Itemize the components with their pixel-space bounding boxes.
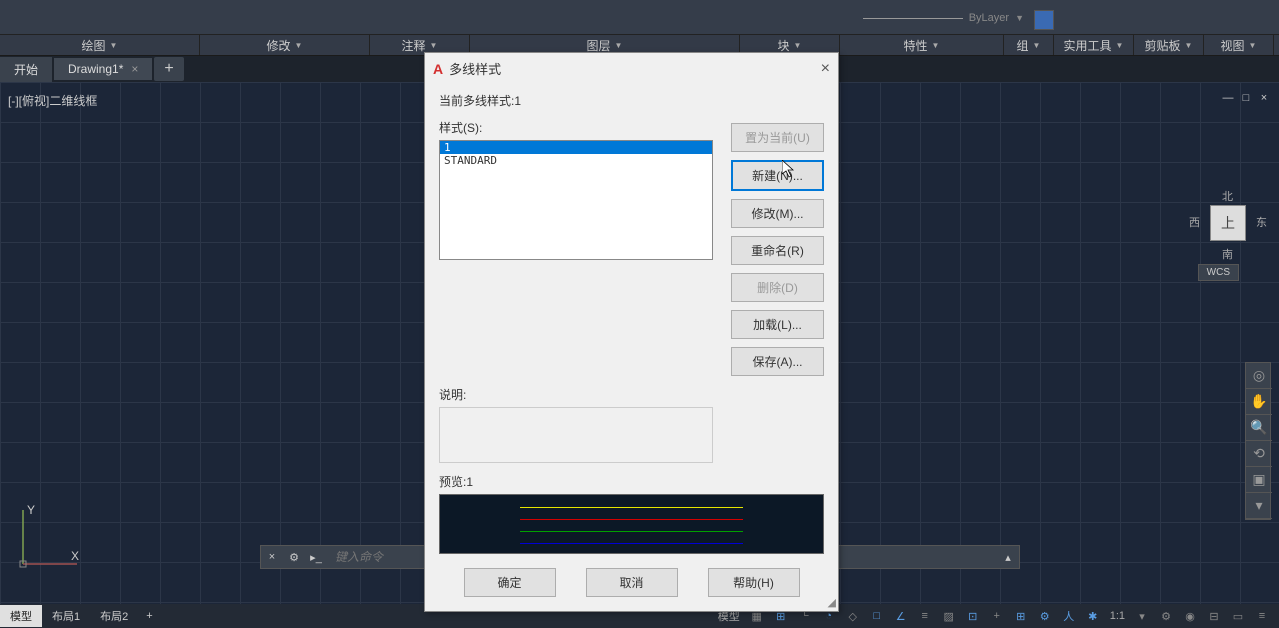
ucs-y-label: Y xyxy=(27,504,35,517)
panel-group[interactable]: 组▼ xyxy=(1004,35,1054,55)
full-nav-wheel-icon[interactable]: ◎ xyxy=(1246,363,1272,389)
wcs-dropdown[interactable]: WCS xyxy=(1198,264,1239,281)
viewport-label[interactable]: [-][俯视]二维线框 xyxy=(8,92,97,109)
status-tab-layout2[interactable]: 布局2 xyxy=(90,605,138,627)
cmd-prompt-icon: ▸_ xyxy=(305,546,327,568)
viewport-window-controls: — □ × xyxy=(1221,92,1271,106)
save-button[interactable]: 保存(A)... xyxy=(731,347,824,376)
status-tab-model[interactable]: 模型 xyxy=(0,605,42,627)
minimize-icon[interactable]: — xyxy=(1221,92,1235,106)
workspace-switching-icon[interactable]: ⚙ xyxy=(1155,606,1177,626)
styles-label: 样式(S): xyxy=(439,119,713,136)
scale-dropdown-icon[interactable]: ▾ xyxy=(1131,606,1153,626)
color-picker-icon[interactable] xyxy=(1034,10,1054,30)
panel-properties[interactable]: 特性▼ xyxy=(840,35,1004,55)
showmotion-icon[interactable]: ▣ xyxy=(1246,467,1272,493)
scale-value[interactable]: 1:1 xyxy=(1106,610,1129,622)
isodraft-icon[interactable]: ◇ xyxy=(842,606,864,626)
panel-utilities[interactable]: 实用工具▼ xyxy=(1054,35,1134,55)
tab-start[interactable]: 开始 xyxy=(0,57,52,82)
close-icon[interactable]: × xyxy=(131,62,138,76)
help-button[interactable]: 帮助(H) xyxy=(708,568,800,597)
load-button[interactable]: 加载(L)... xyxy=(731,310,824,339)
new-button[interactable]: 新建(N)... xyxy=(731,160,824,191)
dialog-titlebar: A 多线样式 × xyxy=(425,53,838,84)
status-tab-layout1[interactable]: 布局1 xyxy=(42,605,90,627)
nav-dropdown-icon[interactable]: ▾ xyxy=(1246,493,1272,519)
ok-button[interactable]: 确定 xyxy=(464,568,556,597)
transparency-icon[interactable]: ▨ xyxy=(938,606,960,626)
preview-box xyxy=(439,494,824,554)
ribbon-top: ByLayer ▼ xyxy=(0,0,1279,35)
app-icon: A xyxy=(433,61,443,77)
cancel-button[interactable]: 取消 xyxy=(586,568,678,597)
modify-button[interactable]: 修改(M)... xyxy=(731,199,824,228)
panel-modify[interactable]: 修改▼ xyxy=(200,35,370,55)
clean-screen-icon[interactable]: ▭ xyxy=(1227,606,1249,626)
cursor-icon xyxy=(782,160,798,180)
isolate-icon[interactable]: ⊟ xyxy=(1203,606,1225,626)
lineweight-icon[interactable]: ≡ xyxy=(914,606,936,626)
delete-button[interactable]: 删除(D) xyxy=(731,273,824,302)
list-item[interactable]: 1 xyxy=(440,141,712,154)
multiline-style-dialog: A 多线样式 × 当前多线样式:1 样式(S): 1 STANDARD 置为当前… xyxy=(424,52,839,612)
description-label: 说明: xyxy=(439,386,824,403)
preview-label: 预览:1 xyxy=(439,473,824,490)
orbit-icon[interactable]: ⟲ xyxy=(1246,441,1272,467)
current-style-label: 当前多线样式:1 xyxy=(439,92,824,109)
new-tab-button[interactable]: + xyxy=(154,57,183,81)
dialog-title-text: 多线样式 xyxy=(449,59,501,78)
panel-clipboard[interactable]: 剪贴板▼ xyxy=(1134,35,1204,55)
maximize-icon[interactable]: □ xyxy=(1239,92,1253,106)
cmd-close-icon[interactable]: × xyxy=(261,546,283,568)
view-cube[interactable]: 北 南 西 东 上 xyxy=(1197,192,1259,254)
rename-button[interactable]: 重命名(R) xyxy=(731,236,824,265)
ucs-icon: Y X xyxy=(15,504,85,574)
pan-icon[interactable]: ✋ xyxy=(1246,389,1272,415)
panel-draw[interactable]: 绘图▼ xyxy=(0,35,200,55)
osnap-icon[interactable]: □ xyxy=(866,606,888,626)
cmd-history-icon[interactable]: ▴ xyxy=(997,546,1019,568)
workspace-icon[interactable]: ⚙ xyxy=(1034,606,1056,626)
cycling-icon[interactable]: ⊡ xyxy=(962,606,984,626)
annotation-monitor-icon[interactable]: + xyxy=(986,606,1008,626)
close-icon[interactable]: × xyxy=(1257,92,1271,106)
list-item[interactable]: STANDARD xyxy=(440,154,712,167)
hardware-accel-icon[interactable]: ◉ xyxy=(1179,606,1201,626)
styles-listbox[interactable]: 1 STANDARD xyxy=(439,140,713,260)
add-layout-button[interactable]: + xyxy=(138,607,160,625)
navigation-bar: ◎ ✋ 🔍 ⟲ ▣ ▾ xyxy=(1245,362,1271,520)
quick-properties-icon[interactable]: ⊞ xyxy=(1010,606,1032,626)
tab-drawing1[interactable]: Drawing1* × xyxy=(54,58,152,80)
customize-icon[interactable]: ≡ xyxy=(1251,606,1273,626)
viewcube-top[interactable]: 上 xyxy=(1210,205,1246,241)
description-box xyxy=(439,407,713,463)
zoom-icon[interactable]: 🔍 xyxy=(1246,415,1272,441)
set-current-button[interactable]: 置为当前(U) xyxy=(731,123,824,152)
otrack-icon[interactable]: ∠ xyxy=(890,606,912,626)
annotation-scale-icon[interactable]: 人 xyxy=(1058,606,1080,626)
annotation-visibility-icon[interactable]: ✱ xyxy=(1082,606,1104,626)
dialog-close-button[interactable]: × xyxy=(821,60,830,78)
cmd-customize-icon[interactable]: ⚙ xyxy=(283,546,305,568)
resize-grip-icon[interactable]: ◢ xyxy=(828,596,836,609)
panel-view[interactable]: 视图▼ xyxy=(1204,35,1274,55)
ucs-x-label: X xyxy=(71,549,79,563)
bylayer-selector[interactable]: ByLayer ▼ xyxy=(863,12,1024,24)
